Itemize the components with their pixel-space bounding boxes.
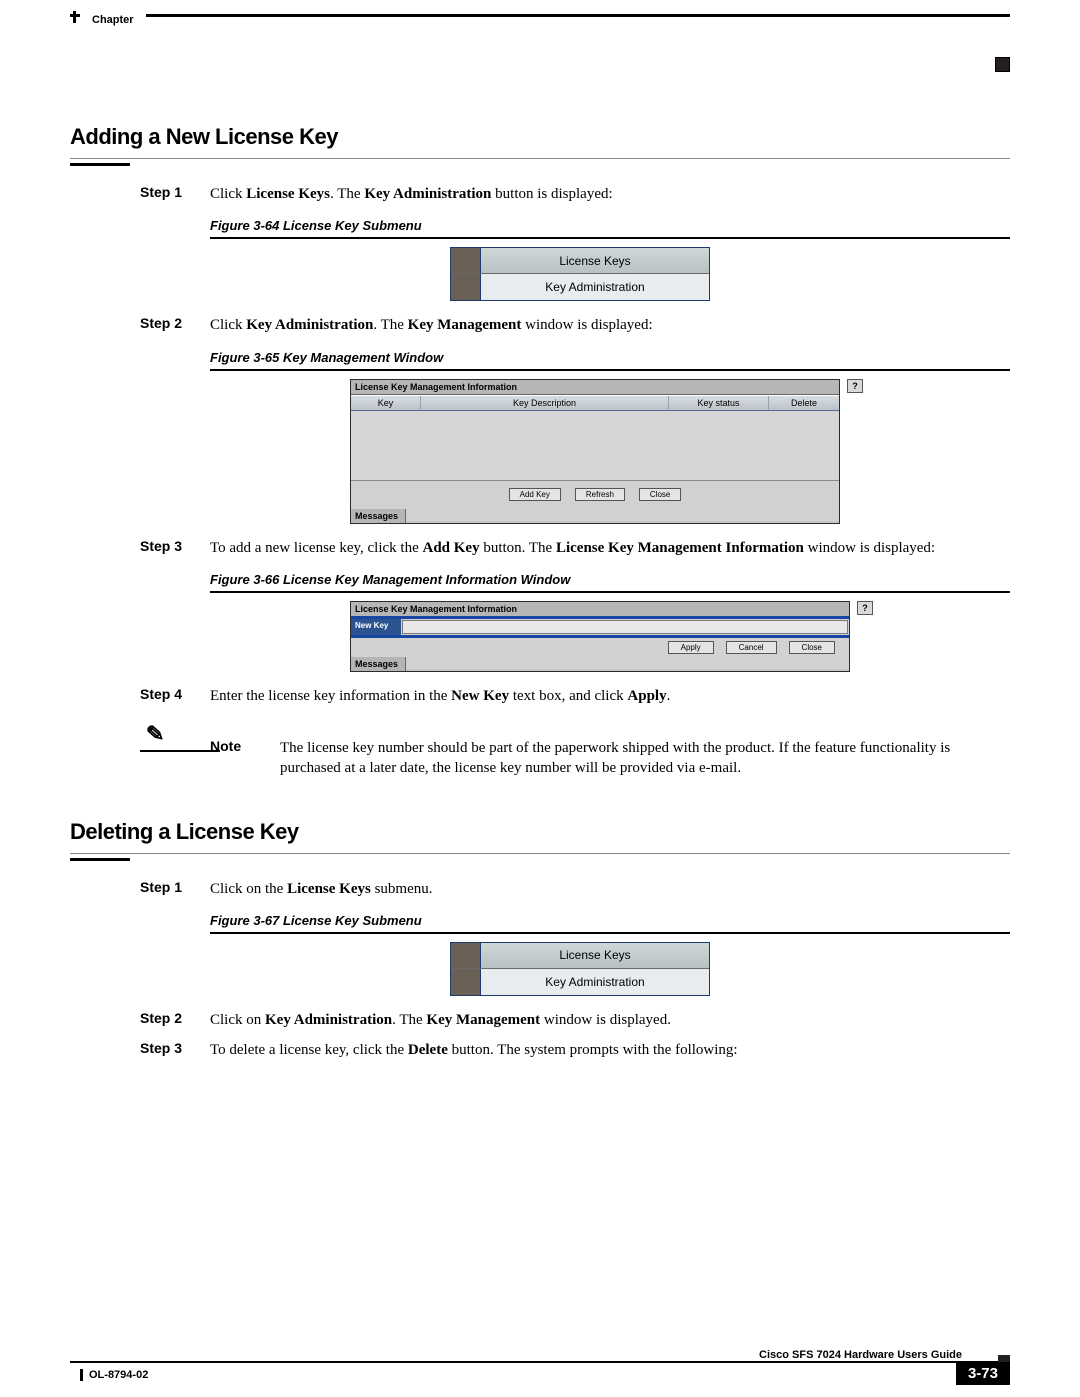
section-title-deleting: Deleting a License Key <box>70 819 1010 845</box>
header-square-icon <box>995 57 1010 72</box>
license-key-submenu-figure: License Keys Key Administration <box>450 247 710 301</box>
lki-titlebar: License Key Management Information ? <box>351 602 849 616</box>
footer-guide-title: Cisco SFS 7024 Hardware Users Guide <box>751 1349 970 1361</box>
step-label: Step 1 <box>70 879 210 899</box>
add-key-button[interactable]: Add Key <box>509 488 561 501</box>
step-text: Click on the License Keys submenu. <box>210 879 1010 899</box>
figure-caption: Figure 3-66 License Key Management Infor… <box>210 572 1010 587</box>
step-label: Step 3 <box>70 538 210 558</box>
new-key-label: New Key <box>351 619 401 635</box>
submenu-side-cell <box>451 248 481 273</box>
help-icon[interactable]: ? <box>857 601 873 615</box>
step-row: Step 1 Click on the License Keys submenu… <box>70 879 1010 899</box>
section-title-adding: Adding a New License Key <box>70 124 1010 150</box>
submenu-item-key-admin[interactable]: Key Administration <box>481 274 709 300</box>
km-col-key: Key <box>351 396 421 410</box>
page-footer: Cisco SFS 7024 Hardware Users Guide OL-8… <box>70 1361 1010 1381</box>
submenu-item-license-keys[interactable]: License Keys <box>481 248 709 273</box>
note-block: ✎ Note The license key number should be … <box>140 716 1010 779</box>
km-col-delete: Delete <box>769 396 839 410</box>
license-key-submenu-figure: License Keys Key Administration <box>450 942 710 996</box>
figure-caption: Figure 3-64 License Key Submenu <box>210 218 1010 233</box>
step-text: To delete a license key, click the Delet… <box>210 1040 1010 1060</box>
page-number-badge: 3-73 <box>956 1362 1010 1385</box>
step-row: Step 3 To add a new license key, click t… <box>70 538 1010 558</box>
step-text: Enter the license key information in the… <box>210 686 1010 706</box>
figure-caption: Figure 3-67 License Key Submenu <box>210 913 1010 928</box>
step-label: Step 2 <box>70 315 210 335</box>
page-header: Chapter <box>70 14 1010 42</box>
km-col-status: Key status <box>669 396 769 410</box>
chapter-label: Chapter <box>80 14 146 26</box>
messages-body <box>406 509 839 521</box>
key-management-window: License Key Management Information ? Key… <box>350 379 840 524</box>
step-row: Step 2 Click Key Administration. The Key… <box>70 315 1010 335</box>
license-key-info-window: License Key Management Information ? New… <box>350 601 850 672</box>
close-button[interactable]: Close <box>639 488 681 501</box>
messages-body <box>406 657 849 669</box>
refresh-button[interactable]: Refresh <box>575 488 625 501</box>
step-text: Click Key Administration. The Key Manage… <box>210 315 1010 335</box>
step-row: Step 4 Enter the license key information… <box>70 686 1010 706</box>
step-label: Step 4 <box>70 686 210 706</box>
note-label: Note <box>210 716 280 779</box>
km-col-desc: Key Description <box>421 396 669 410</box>
note-text: The license key number should be part of… <box>280 716 1010 779</box>
step-row: Step 1 Click License Keys. The Key Admin… <box>70 184 1010 204</box>
step-label: Step 1 <box>70 184 210 204</box>
step-text: To add a new license key, click the Add … <box>210 538 1010 558</box>
step-text: Click License Keys. The Key Administrati… <box>210 184 1010 204</box>
help-icon[interactable]: ? <box>847 379 863 393</box>
messages-label: Messages <box>351 509 406 523</box>
new-key-input[interactable] <box>402 620 848 634</box>
submenu-item-key-admin[interactable]: Key Administration <box>481 969 709 995</box>
km-titlebar: License Key Management Information ? <box>351 380 839 395</box>
cancel-button[interactable]: Cancel <box>726 641 777 654</box>
apply-button[interactable]: Apply <box>668 641 714 654</box>
submenu-side-cell <box>451 943 481 968</box>
step-text: Click on Key Administration. The Key Man… <box>210 1010 1010 1030</box>
step-row: Step 2 Click on Key Administration. The … <box>70 1010 1010 1030</box>
step-label: Step 3 <box>70 1040 210 1060</box>
messages-label: Messages <box>351 657 406 671</box>
submenu-side-cell <box>451 969 481 995</box>
footer-docnum: OL-8794-02 <box>80 1369 1010 1381</box>
step-label: Step 2 <box>70 1010 210 1030</box>
km-header-row: Key Key Description Key status Delete <box>351 395 839 411</box>
pencil-icon: ✎ <box>145 718 210 747</box>
km-button-row: Add Key Refresh Close <box>351 481 839 509</box>
submenu-item-license-keys[interactable]: License Keys <box>481 943 709 968</box>
step-row: Step 3 To delete a license key, click th… <box>70 1040 1010 1060</box>
close-button[interactable]: Close <box>789 641 835 654</box>
submenu-side-cell <box>451 274 481 300</box>
km-body <box>351 411 839 481</box>
figure-caption: Figure 3-65 Key Management Window <box>210 350 1010 365</box>
